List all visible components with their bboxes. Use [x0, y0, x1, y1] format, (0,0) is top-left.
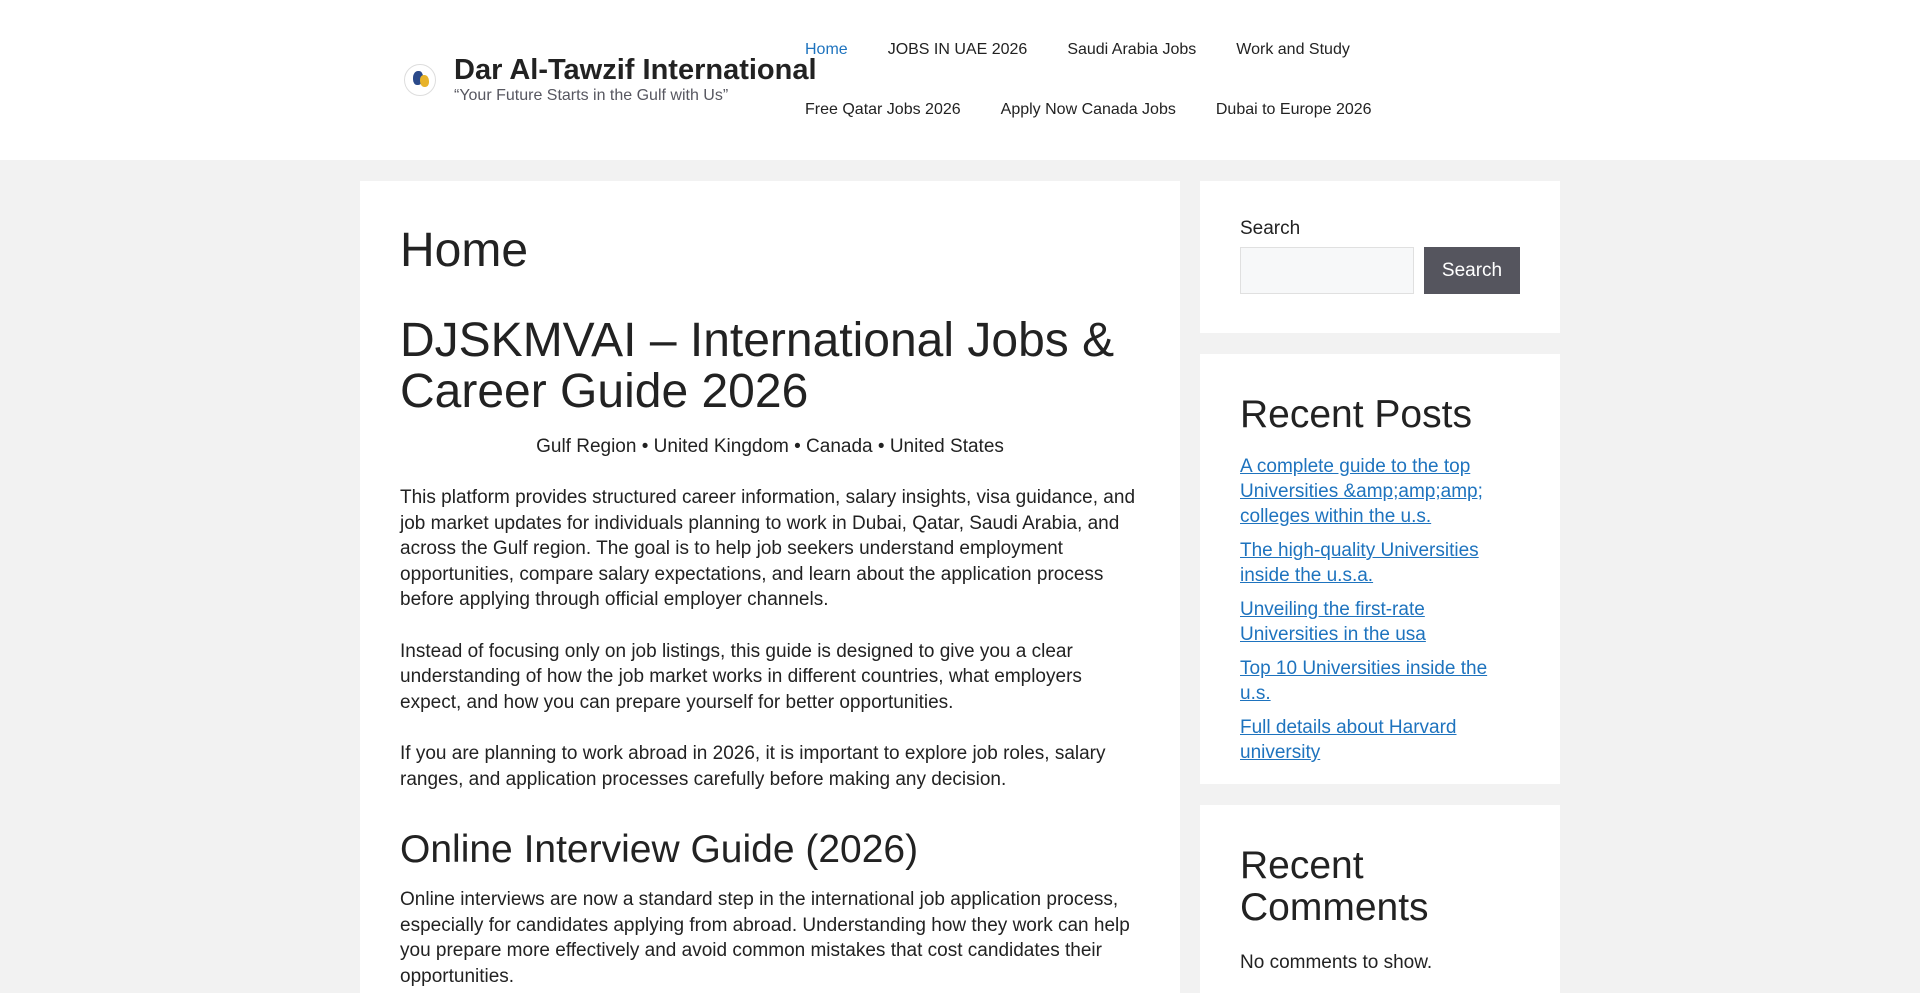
nav-item-work-and-study[interactable]: Work and Study [1216, 41, 1370, 59]
main-navigation: Home JOBS IN UAE 2026 Saudi Arabia Jobs … [785, 20, 1372, 140]
recent-post-link[interactable]: Top 10 Universities inside the u.s. [1240, 658, 1487, 704]
recent-posts-widget: Recent Posts A complete guide to the top… [1200, 354, 1560, 784]
list-item: The high-quality Universities inside the… [1240, 538, 1520, 588]
main-content: Home DJSKMVAI – International Jobs & Car… [360, 181, 1180, 993]
recent-post-link[interactable]: Unveiling the first-rate Universities in… [1240, 599, 1426, 645]
nav-row-2: Free Qatar Jobs 2026 Apply Now Canada Jo… [785, 80, 1372, 140]
recent-post-link[interactable]: A complete guide to the top Universities… [1240, 456, 1483, 527]
nav-item-home[interactable]: Home [785, 41, 868, 59]
intro-paragraph: This platform provides structured career… [400, 487, 1136, 610]
regions-line: Gulf Region • United Kingdom • Canada • … [536, 436, 1004, 457]
section-heading-interview: Online Interview Guide (2026) [400, 828, 919, 871]
search-button[interactable]: Search [1424, 247, 1520, 294]
nav-item-saudi-arabia-jobs[interactable]: Saudi Arabia Jobs [1047, 41, 1216, 59]
list-item: Full details about Harvard university [1240, 715, 1520, 765]
planning-paragraph: If you are planning to work abroad in 20… [400, 743, 1106, 790]
list-item: Unveiling the first-rate Universities in… [1240, 597, 1520, 647]
focus-paragraph: Instead of focusing only on job listings… [400, 640, 1082, 713]
no-comments-text: No comments to show. [1240, 952, 1433, 973]
globe-logo-icon[interactable] [404, 64, 436, 96]
site-branding: Dar Al-Tawzif International “Your Future… [404, 52, 817, 106]
list-item: Top 10 Universities inside the u.s. [1240, 656, 1520, 706]
page-title: Home [400, 224, 529, 277]
recent-comments-title: Recent Comments [1240, 844, 1429, 929]
site-tagline: “Your Future Starts in the Gulf with Us” [454, 87, 729, 104]
recent-post-link[interactable]: Full details about Harvard university [1240, 717, 1457, 763]
search-input[interactable] [1240, 247, 1414, 294]
recent-post-link[interactable]: The high-quality Universities inside the… [1240, 540, 1479, 586]
nav-item-dubai-to-europe[interactable]: Dubai to Europe 2026 [1196, 101, 1392, 119]
nav-item-canada-jobs[interactable]: Apply Now Canada Jobs [981, 101, 1196, 119]
logo-figure-yellow [420, 75, 429, 87]
recent-comments-widget: Recent Comments No comments to show. [1200, 805, 1560, 993]
list-item: A complete guide to the top Universities… [1240, 454, 1520, 529]
site-title[interactable]: Dar Al-Tawzif International [454, 52, 817, 88]
recent-posts-title: Recent Posts [1240, 393, 1472, 436]
search-widget: Search Search [1200, 181, 1560, 333]
nav-item-qatar-jobs[interactable]: Free Qatar Jobs 2026 [785, 101, 981, 119]
search-label: Search [1240, 218, 1301, 239]
brand-text: Dar Al-Tawzif International “Your Future… [454, 52, 817, 106]
nav-row-1: Home JOBS IN UAE 2026 Saudi Arabia Jobs … [785, 20, 1365, 80]
hero-heading: DJSKMVAI – International Jobs & Career G… [400, 314, 1115, 418]
site-header: Dar Al-Tawzif International “Your Future… [0, 0, 1920, 160]
nav-item-jobs-in-uae[interactable]: JOBS IN UAE 2026 [868, 41, 1048, 59]
search-row: Search [1240, 247, 1520, 294]
interview-paragraph: Online interviews are now a standard ste… [400, 889, 1130, 987]
recent-posts-list: A complete guide to the top Universities… [1240, 454, 1520, 765]
